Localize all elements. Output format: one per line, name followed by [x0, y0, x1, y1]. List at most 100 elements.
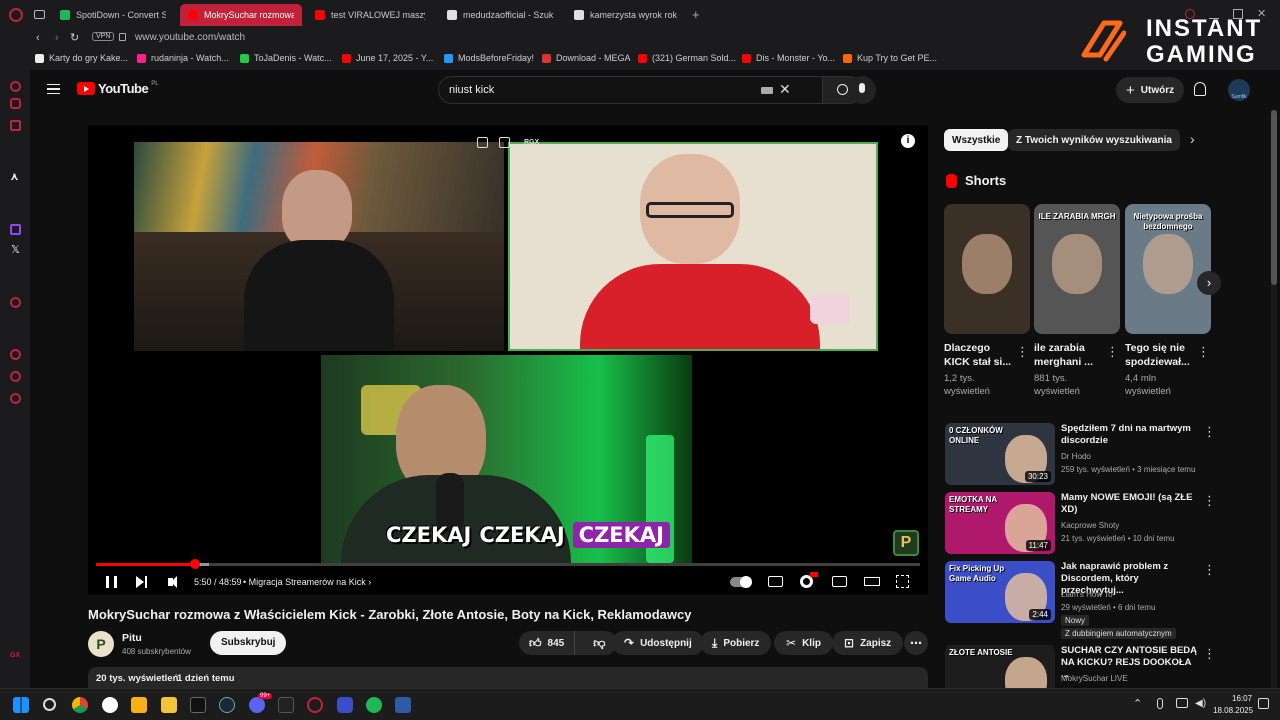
bookmark-item[interactable]: (321) German Sold... [638, 53, 736, 63]
app-icon-q[interactable] [102, 697, 118, 713]
list-item[interactable]: 0 CZŁONKÓW ONLINE 30:23 Spędziłem 7 dni na… [945, 423, 1210, 485]
video-more-icon[interactable] [1203, 645, 1207, 659]
video-channel[interactable]: Dr Hodo [1061, 452, 1091, 461]
clear-search-icon[interactable]: ✕ [779, 81, 791, 98]
video-more-icon[interactable] [1203, 561, 1207, 575]
tray-network-icon[interactable] [1176, 698, 1188, 708]
sidebar-twitch-icon[interactable] [10, 224, 21, 235]
voice-search-button[interactable] [848, 76, 876, 104]
bookmark-item[interactable]: Kup Try to Get PE... [843, 53, 937, 63]
browser-tab[interactable]: kamerzysta wyrok rok - S [566, 4, 688, 26]
rockstar-icon[interactable] [131, 697, 147, 713]
bookmark-item[interactable]: June 17, 2025 - Y... [342, 53, 433, 63]
search-taskbar-icon[interactable] [43, 698, 56, 711]
scrollbar-track[interactable] [1271, 110, 1277, 688]
video-more-icon[interactable] [1203, 423, 1207, 437]
notification-center-icon[interactable] [1258, 698, 1269, 709]
video-channel[interactable]: MokrySuchar LIVE [1061, 674, 1128, 683]
fullscreen-icon[interactable] [896, 575, 909, 588]
chip-from-search[interactable]: Z Twoich wyników wyszukiwania [1008, 129, 1180, 151]
video-player[interactable]: CZEKAJ CZEKAJ CZEKAJ RGX i P 5:50 / 48:5… [88, 125, 928, 595]
shorts-next-button[interactable]: › [1197, 271, 1221, 295]
bookmark-item[interactable]: Karty do gry Kake... [35, 53, 128, 63]
sidebar-gmail-icon[interactable] [10, 120, 21, 131]
browser-tab[interactable]: SpotiDown - Convert Spo [52, 4, 174, 26]
bookmark-item[interactable]: Dis - Monster - Yo... [742, 53, 835, 63]
bookmark-item[interactable]: ModsBeforeFriday! [444, 53, 534, 63]
search-input[interactable]: niust kick ✕ [438, 76, 823, 104]
app-icon-blue[interactable] [395, 697, 411, 713]
video-thumbnail[interactable]: EMOTKA NA STREAMY 11:47 [945, 492, 1055, 554]
menu-icon[interactable] [47, 84, 60, 94]
create-button[interactable]: + Utwórz [1116, 77, 1185, 103]
short-more-icon[interactable] [1106, 343, 1110, 357]
bookmark-item[interactable]: rudaninja - Watch... [137, 53, 229, 63]
keyboard-icon[interactable] [761, 87, 773, 94]
sidebar-settings-icon[interactable] [10, 393, 21, 404]
forward-icon[interactable]: › [55, 32, 59, 44]
tray-chevron-icon[interactable]: ⌃ [1133, 697, 1142, 710]
bookmark-item[interactable]: Download - MEGA [542, 53, 631, 63]
video-thumbnail[interactable]: Fix Picking Up Game Audio 2:44 [945, 561, 1055, 623]
short-more-icon[interactable] [1016, 343, 1020, 357]
back-icon[interactable]: ‹ [36, 32, 40, 44]
description-box[interactable]: 20 tys. wyświetleń 1 dzień temu [88, 667, 928, 688]
steam-icon[interactable] [219, 697, 235, 713]
browser-tab[interactable]: medudzaofficial - Szukaj [439, 4, 561, 26]
more-actions-button[interactable]: ⋯ [904, 631, 928, 655]
video-channel[interactable]: Kacprowe Shoty [1061, 521, 1119, 530]
chip-all[interactable]: Wszystkie [944, 129, 1009, 151]
opera-logo-icon[interactable] [9, 8, 23, 22]
subscribe-button[interactable]: Subskrybuj [210, 631, 287, 655]
sidebar-x-icon[interactable]: 𝕏 [11, 243, 20, 256]
opera-icon[interactable] [337, 697, 353, 713]
spotify-icon[interactable] [366, 697, 382, 713]
miniplayer-icon[interactable] [832, 576, 847, 587]
like-button[interactable]: 👍︎ 845 [519, 631, 576, 655]
notifications-bell-icon[interactable] [1194, 82, 1206, 96]
app-icon-black[interactable] [190, 697, 206, 713]
opera-gx-icon[interactable] [307, 697, 323, 713]
channel-avatar[interactable]: P [88, 631, 114, 657]
windows-start-icon[interactable] [13, 697, 29, 713]
autoplay-toggle[interactable] [730, 576, 752, 588]
info-icon[interactable]: i [901, 134, 915, 148]
short-card[interactable]: Nietypowa prośba bezdomnego [1125, 204, 1211, 334]
avatar[interactable]: Sumfik [1228, 79, 1250, 101]
theater-mode-icon[interactable] [864, 577, 880, 586]
video-more-icon[interactable] [1203, 492, 1207, 506]
tab-manager-icon[interactable] [34, 10, 45, 19]
sidebar-extensions-icon[interactable] [10, 371, 21, 382]
chrome-icon[interactable] [72, 697, 88, 713]
sidebar-gx-icon[interactable]: ⋏ [10, 170, 19, 183]
progress-bar[interactable] [96, 559, 920, 569]
video-thumbnail[interactable]: 0 CZŁONKÓW ONLINE 30:23 [945, 423, 1055, 485]
video-title[interactable]: Spędziłem 7 dni na martwym discordzie [1061, 423, 1201, 447]
channel-watermark[interactable]: P [893, 530, 919, 556]
list-item[interactable]: EMOTKA NA STREAMY 11:47 Mamy NOWE EMOJI! (… [945, 492, 1210, 554]
channel-name[interactable]: Pitu [122, 632, 142, 644]
browser-tab[interactable]: test VIRALOWEJ maszyny [307, 4, 433, 26]
list-item[interactable]: Fix Picking Up Game Audio 2:44 Jak naprawi… [945, 561, 1210, 639]
progress-handle[interactable] [189, 559, 200, 569]
clock-time[interactable]: 16:07 [1232, 694, 1252, 703]
share-button[interactable]: ↷ Udostępnij [612, 631, 704, 655]
clip-button[interactable]: ✂ Klip [774, 631, 833, 655]
video-channel[interactable]: Liam's How To [1061, 590, 1113, 599]
sidebar-player-icon[interactable] [10, 297, 21, 308]
pip-overlay-icon[interactable] [477, 137, 488, 148]
discord-icon[interactable] [249, 697, 265, 713]
video-title[interactable]: Mamy NOWE EMOJI! (są ZŁE XD) [1061, 492, 1201, 516]
chips-next-icon[interactable]: › [1190, 131, 1195, 147]
url-field[interactable]: www.youtube.com/watch [135, 32, 245, 43]
browser-tab[interactable]: MokrySuchar rozmowa [180, 4, 302, 26]
subtitles-icon[interactable] [768, 576, 783, 587]
scrollbar-thumb[interactable] [1271, 110, 1277, 285]
short-card[interactable]: ILE ZARABIA MRGH [1034, 204, 1120, 334]
next-icon[interactable] [136, 576, 144, 588]
terminal-icon[interactable] [278, 697, 294, 713]
reload-icon[interactable]: ↻ [70, 31, 79, 44]
new-tab-button[interactable]: + [692, 7, 700, 22]
bookmark-item[interactable]: ToJaDenis - Watc... [240, 53, 332, 63]
pause-icon[interactable] [106, 576, 117, 588]
